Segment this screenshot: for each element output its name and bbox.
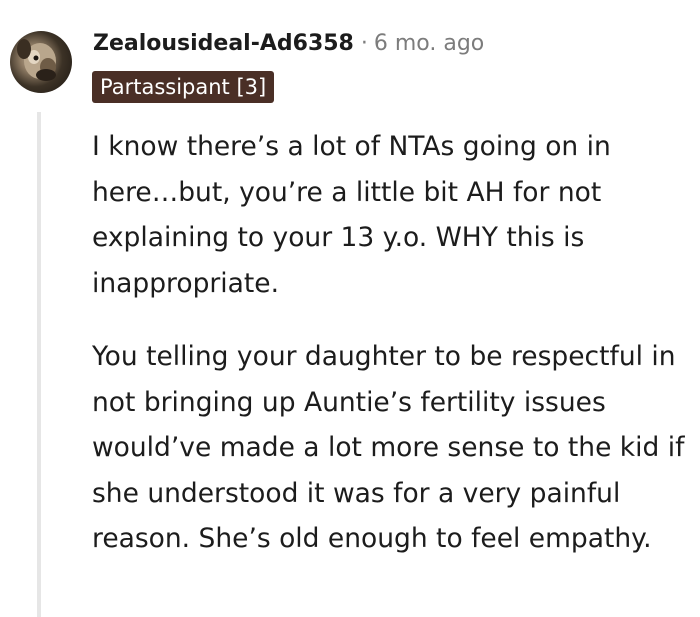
user-avatar[interactable] (10, 31, 72, 93)
comment: Zealousideal-Ad6358 · 6 mo. ago Partassi… (0, 0, 700, 617)
username-link[interactable]: Zealousideal-Ad6358 (93, 31, 354, 56)
timestamp-link[interactable]: 6 mo. ago (374, 31, 484, 56)
user-flair-badge: Partassipant [3] (92, 71, 275, 103)
comment-paragraph-2: You telling your daughter to be respectf… (92, 341, 685, 554)
avatar-dog-photo-icon (17, 39, 56, 81)
thread-collapse-line[interactable] (37, 112, 41, 617)
comment-header: Zealousideal-Ad6358 · 6 mo. ago (93, 26, 484, 60)
comment-paragraph-1: I know there’s a lot of NTAs going on in… (92, 131, 611, 299)
comment-body: I know there’s a lot of NTAs going on in… (92, 124, 697, 590)
meta-separator: · (360, 30, 368, 56)
